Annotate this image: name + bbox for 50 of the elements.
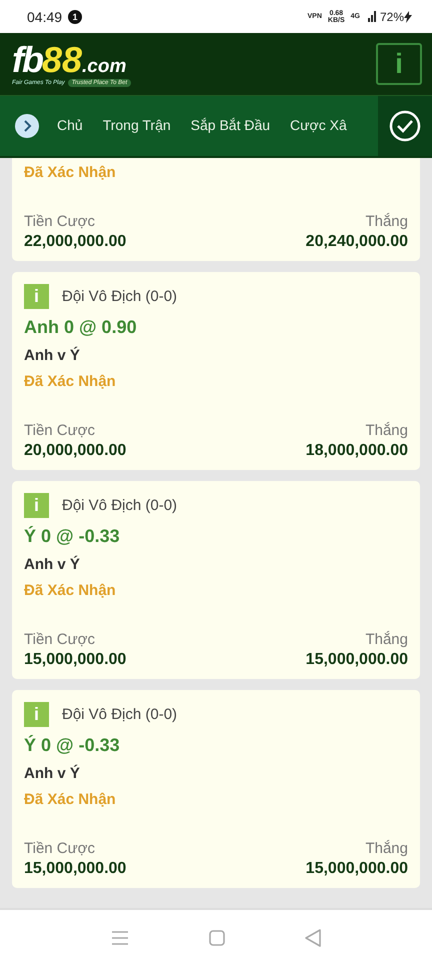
bet-selection: Ý 0 @ -0.33 [24, 526, 121, 547]
win-label: Thắng [365, 422, 408, 439]
nav-tab[interactable]: Trong Trận [102, 113, 171, 139]
bet-selection: Anh 0 @ 0.90 [24, 317, 138, 338]
market-name: Đội Vô Địch (0-0) [62, 706, 178, 723]
stake-label: Tiền Cược [24, 422, 96, 439]
charging-icon [404, 10, 412, 22]
win-label: Thắng [365, 631, 408, 648]
stake-amount: 22,000,000.00 [24, 233, 126, 251]
match-name: Anh v Ý [24, 765, 81, 782]
nav-tab[interactable]: Cược Xâ [290, 113, 347, 139]
nav-tab[interactable]: Chủ [57, 113, 83, 139]
bet-status: Đã Xác Nhận [24, 373, 117, 390]
signal-icon [368, 11, 376, 22]
nav-tab[interactable]: Sắp Bắt Đầu [190, 113, 270, 139]
info-badge: i [24, 284, 49, 309]
info-badge: i [24, 702, 49, 727]
stake-label: Tiền Cược [24, 631, 96, 648]
logo-number: 88 [42, 42, 82, 78]
stake-amount: 15,000,000.00 [24, 651, 126, 669]
stake-label: Tiền Cược [24, 213, 96, 230]
info-button[interactable]: i [376, 43, 422, 85]
home-icon[interactable] [209, 930, 225, 946]
win-amount: 18,000,000.00 [306, 442, 408, 460]
stake-amount: 15,000,000.00 [24, 860, 126, 878]
bet-selection: Ý 0 @ -0.33 [24, 735, 121, 756]
notification-badge: 1 [68, 10, 82, 24]
back-icon[interactable] [305, 928, 321, 946]
check-circle-icon[interactable] [389, 110, 421, 142]
clock: 04:49 [27, 8, 62, 24]
match-name: Anh v Ý [24, 347, 81, 364]
battery-level: 72% [380, 10, 404, 24]
scroll-right-icon[interactable] [15, 114, 39, 138]
menu-icon[interactable] [111, 930, 129, 946]
bet-status: Đã Xác Nhận [24, 791, 117, 808]
bet-status: Đã Xác Nhận [24, 164, 117, 181]
win-amount: 20,240,000.00 [306, 233, 408, 251]
market-name: Đội Vô Địch (0-0) [62, 497, 178, 514]
logo-text: fb [12, 42, 42, 78]
info-badge: i [24, 493, 49, 518]
bet-status: Đã Xác Nhận [24, 582, 117, 599]
match-name: Anh v Ý [24, 556, 81, 573]
logo-domain: .com [82, 56, 126, 78]
market-name: Đội Vô Địch (0-0) [62, 288, 178, 305]
win-label: Thắng [365, 213, 408, 230]
win-amount: 15,000,000.00 [306, 860, 408, 878]
stake-amount: 20,000,000.00 [24, 442, 126, 460]
win-label: Thắng [365, 840, 408, 857]
win-amount: 15,000,000.00 [306, 651, 408, 669]
stake-label: Tiền Cược [24, 840, 96, 857]
